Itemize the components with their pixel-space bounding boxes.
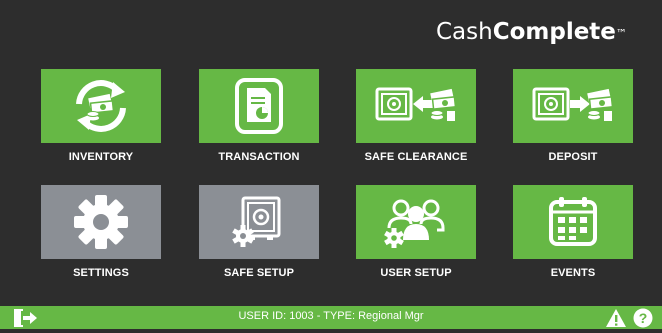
safe-clearance-icon bbox=[375, 87, 457, 121]
transaction-tile[interactable]: TRANSACTION bbox=[199, 69, 319, 169]
deposit-button[interactable] bbox=[513, 69, 633, 143]
inventory-tile[interactable]: INVENTORY bbox=[41, 69, 161, 169]
user-setup-button[interactable] bbox=[356, 185, 476, 259]
brand-bold: Complete bbox=[492, 19, 616, 45]
settings-tile[interactable]: SETTINGS bbox=[41, 185, 161, 285]
brand-trademark: ™ bbox=[615, 27, 627, 40]
safe-setup-button[interactable] bbox=[199, 185, 319, 259]
deposit-label: DEPOSIT bbox=[548, 151, 598, 163]
inventory-cycle-icon bbox=[76, 80, 126, 132]
status-bar: USER ID: 1003 - TYPE: Regional Mgr ? bbox=[0, 306, 662, 329]
help-icon: ? bbox=[633, 308, 653, 328]
user-status-text: USER ID: 1003 - TYPE: Regional Mgr bbox=[238, 310, 424, 322]
deposit-icon bbox=[532, 87, 614, 121]
safe-gear-icon bbox=[232, 196, 281, 247]
brand-prefix: Cash bbox=[436, 19, 493, 45]
transaction-button[interactable] bbox=[199, 69, 319, 143]
safe-setup-label: SAFE SETUP bbox=[223, 267, 295, 279]
warning-button[interactable] bbox=[605, 308, 627, 328]
user-setup-tile[interactable]: USER SETUP bbox=[356, 185, 476, 285]
events-label: EVENTS bbox=[550, 267, 596, 279]
users-gear-icon bbox=[384, 199, 445, 248]
events-tile[interactable]: EVENTS bbox=[513, 185, 633, 285]
settings-label: SETTINGS bbox=[73, 267, 129, 279]
safe-clearance-tile[interactable]: SAFE CLEARANCE bbox=[356, 69, 476, 169]
document-icon bbox=[235, 78, 283, 134]
safe-setup-tile[interactable]: SAFE SETUP bbox=[199, 185, 319, 285]
svg-text:?: ? bbox=[639, 310, 648, 326]
settings-button[interactable] bbox=[41, 185, 161, 259]
brand-logo: CashComplete™ bbox=[436, 18, 627, 46]
user-setup-label: USER SETUP bbox=[380, 267, 452, 279]
events-button[interactable] bbox=[513, 185, 633, 259]
calendar-icon bbox=[549, 197, 597, 246]
gear-icon bbox=[74, 195, 128, 249]
help-button[interactable]: ? bbox=[633, 308, 653, 328]
safe-clearance-label: SAFE CLEARANCE bbox=[364, 151, 468, 163]
warning-icon bbox=[606, 309, 626, 327]
inventory-label: INVENTORY bbox=[68, 151, 134, 163]
deposit-tile[interactable]: DEPOSIT bbox=[513, 69, 633, 169]
transaction-label: TRANSACTION bbox=[218, 151, 300, 163]
safe-clearance-button[interactable] bbox=[356, 69, 476, 143]
inventory-button[interactable] bbox=[41, 69, 161, 143]
